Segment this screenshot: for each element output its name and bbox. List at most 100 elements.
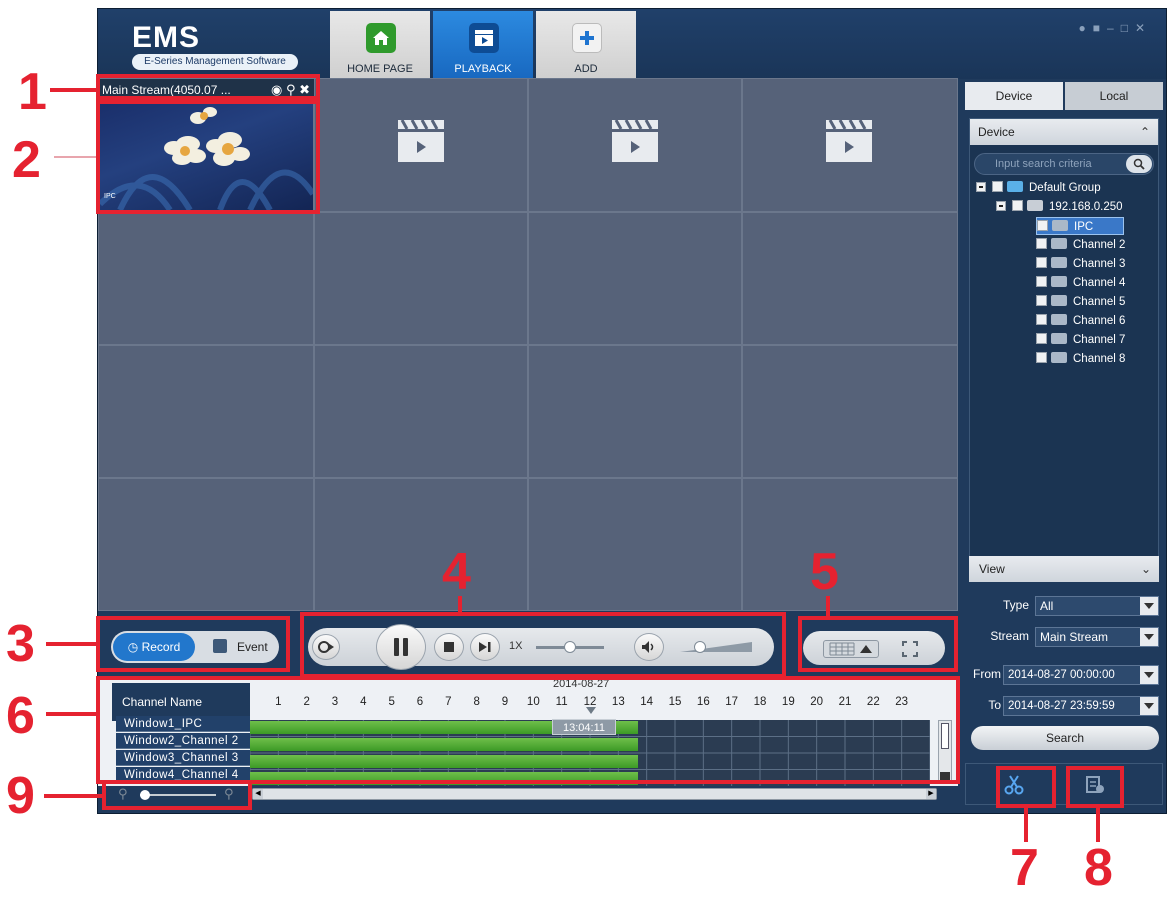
scroll-left-icon[interactable]: ◀ bbox=[253, 789, 263, 799]
playback-icon bbox=[469, 23, 499, 53]
type-select[interactable]: All bbox=[1035, 596, 1159, 616]
annotation-box-4 bbox=[300, 612, 786, 678]
tab-playback[interactable]: PLAYBACK bbox=[433, 11, 533, 79]
checkbox[interactable] bbox=[1037, 220, 1048, 231]
tree-channel-row[interactable]: Channel 4 bbox=[1036, 274, 1125, 292]
checkbox[interactable] bbox=[1036, 295, 1047, 306]
camera-channel-icon bbox=[1051, 276, 1067, 287]
chevron-down-icon[interactable]: ⌄ bbox=[1141, 556, 1151, 582]
home-icon bbox=[366, 23, 396, 53]
video-cell[interactable] bbox=[742, 212, 958, 345]
user-icon[interactable]: ● bbox=[1079, 21, 1093, 35]
leader-line bbox=[1096, 808, 1100, 842]
video-cell[interactable] bbox=[314, 212, 528, 345]
video-cell[interactable] bbox=[314, 478, 528, 611]
tree-channel-row[interactable]: IPC bbox=[1036, 217, 1125, 235]
tab-home-page[interactable]: HOME PAGE bbox=[330, 11, 430, 79]
tree-device-row[interactable]: 192.168.0.250 bbox=[996, 198, 1123, 216]
close-window-icon[interactable]: ✕ bbox=[1135, 21, 1152, 35]
from-datetime[interactable]: 2014-08-27 00:00:00 bbox=[1003, 665, 1159, 685]
callout-3: 3 bbox=[6, 615, 35, 673]
tree-channel-row[interactable]: Channel 7 bbox=[1036, 331, 1125, 349]
from-label: From bbox=[973, 667, 1001, 681]
minimize-icon[interactable]: – bbox=[1107, 21, 1121, 35]
tree-group-row[interactable]: Default Group bbox=[976, 179, 1101, 197]
tree-channel-row[interactable]: Channel 2 bbox=[1036, 236, 1125, 254]
video-cell[interactable] bbox=[742, 345, 958, 478]
video-cell[interactable] bbox=[528, 478, 742, 611]
video-cell[interactable] bbox=[98, 345, 314, 478]
stream-select[interactable]: Main Stream bbox=[1035, 627, 1159, 647]
view-section-header[interactable]: View ⌄ bbox=[969, 556, 1159, 582]
leader-line bbox=[1024, 808, 1028, 842]
camera-channel-icon bbox=[1051, 295, 1067, 306]
search-button[interactable]: Search bbox=[971, 726, 1159, 750]
dropdown-arrow-icon[interactable] bbox=[1140, 628, 1158, 646]
tree-channel-label: Channel 6 bbox=[1073, 315, 1126, 327]
checkbox[interactable] bbox=[1036, 238, 1047, 249]
callout-1: 1 bbox=[18, 63, 47, 121]
leader-line bbox=[46, 642, 96, 646]
leader-line bbox=[54, 156, 96, 158]
view-section-title: View bbox=[979, 562, 1005, 576]
type-value: All bbox=[1040, 599, 1054, 613]
timeline-horizontal-scrollbar[interactable]: ◀ ▶ bbox=[252, 788, 937, 800]
dropdown-arrow-icon[interactable] bbox=[1140, 697, 1158, 715]
search-icon[interactable] bbox=[1126, 155, 1152, 173]
search-placeholder: Input search criteria bbox=[995, 158, 1092, 170]
tree-channel-row[interactable]: Channel 8 bbox=[1036, 350, 1125, 368]
callout-6: 6 bbox=[6, 687, 35, 745]
checkbox[interactable] bbox=[1036, 257, 1047, 268]
checkbox[interactable] bbox=[1036, 352, 1047, 363]
callout-9: 9 bbox=[6, 767, 35, 825]
video-cell[interactable] bbox=[528, 212, 742, 345]
camera-channel-icon bbox=[1051, 238, 1067, 249]
tree-channel-label: Channel 7 bbox=[1073, 334, 1126, 346]
chevron-up-icon[interactable]: ⌃ bbox=[1140, 119, 1150, 145]
device-search-input[interactable]: Input search criteria bbox=[974, 153, 1154, 175]
lock-icon[interactable]: ■ bbox=[1093, 21, 1107, 35]
tree-channel-row[interactable]: Channel 6 bbox=[1036, 312, 1125, 330]
callout-7: 7 bbox=[1010, 839, 1039, 897]
checkbox[interactable] bbox=[992, 181, 1003, 192]
camera-channel-icon bbox=[1052, 220, 1068, 231]
annotation-box-7 bbox=[996, 766, 1056, 808]
annotation-box-5 bbox=[798, 616, 958, 672]
checkbox[interactable] bbox=[1012, 200, 1023, 211]
screenshot-stage: EMS E-Series Management Software HOME PA… bbox=[0, 0, 1170, 910]
checkbox[interactable] bbox=[1036, 314, 1047, 325]
tab-local[interactable]: Local bbox=[1065, 82, 1163, 110]
stream-label: Stream bbox=[990, 629, 1029, 643]
camera-channel-icon bbox=[1051, 352, 1067, 363]
checkbox[interactable] bbox=[1036, 333, 1047, 344]
maximize-icon[interactable]: □ bbox=[1121, 21, 1135, 35]
tree-channel-row[interactable]: Channel 3 bbox=[1036, 255, 1125, 273]
right-panel: Device Local Device ⌃ Input search crite… bbox=[965, 82, 1163, 754]
annotation-box-6 bbox=[96, 676, 960, 784]
dropdown-arrow-icon[interactable] bbox=[1140, 597, 1158, 615]
video-cell[interactable] bbox=[742, 478, 958, 611]
callout-4: 4 bbox=[442, 543, 471, 601]
video-cell[interactable] bbox=[98, 478, 314, 611]
checkbox[interactable] bbox=[1036, 276, 1047, 287]
collapse-icon[interactable] bbox=[996, 201, 1006, 211]
scroll-right-icon[interactable]: ▶ bbox=[926, 789, 936, 799]
tab-device[interactable]: Device bbox=[965, 82, 1063, 110]
to-datetime[interactable]: 2014-08-27 23:59:59 bbox=[1003, 696, 1159, 716]
folder-icon bbox=[1007, 181, 1023, 192]
tab-home-label: HOME PAGE bbox=[347, 63, 413, 75]
clip-toolbar bbox=[965, 763, 1163, 805]
device-section-title: Device bbox=[978, 125, 1015, 139]
tab-add[interactable]: ADD bbox=[536, 11, 636, 79]
video-cell[interactable] bbox=[98, 212, 314, 345]
collapse-icon[interactable] bbox=[976, 182, 986, 192]
video-cell[interactable] bbox=[314, 345, 528, 478]
title-bar: EMS E-Series Management Software HOME PA… bbox=[98, 9, 1166, 79]
leader-line bbox=[458, 596, 462, 612]
tree-channel-row[interactable]: Channel 5 bbox=[1036, 293, 1125, 311]
window-controls: ●■–□✕ bbox=[1079, 21, 1153, 35]
annotation-box-3 bbox=[96, 616, 290, 672]
device-section-header[interactable]: Device ⌃ bbox=[970, 119, 1158, 145]
dropdown-arrow-icon[interactable] bbox=[1140, 666, 1158, 684]
video-cell[interactable] bbox=[528, 345, 742, 478]
